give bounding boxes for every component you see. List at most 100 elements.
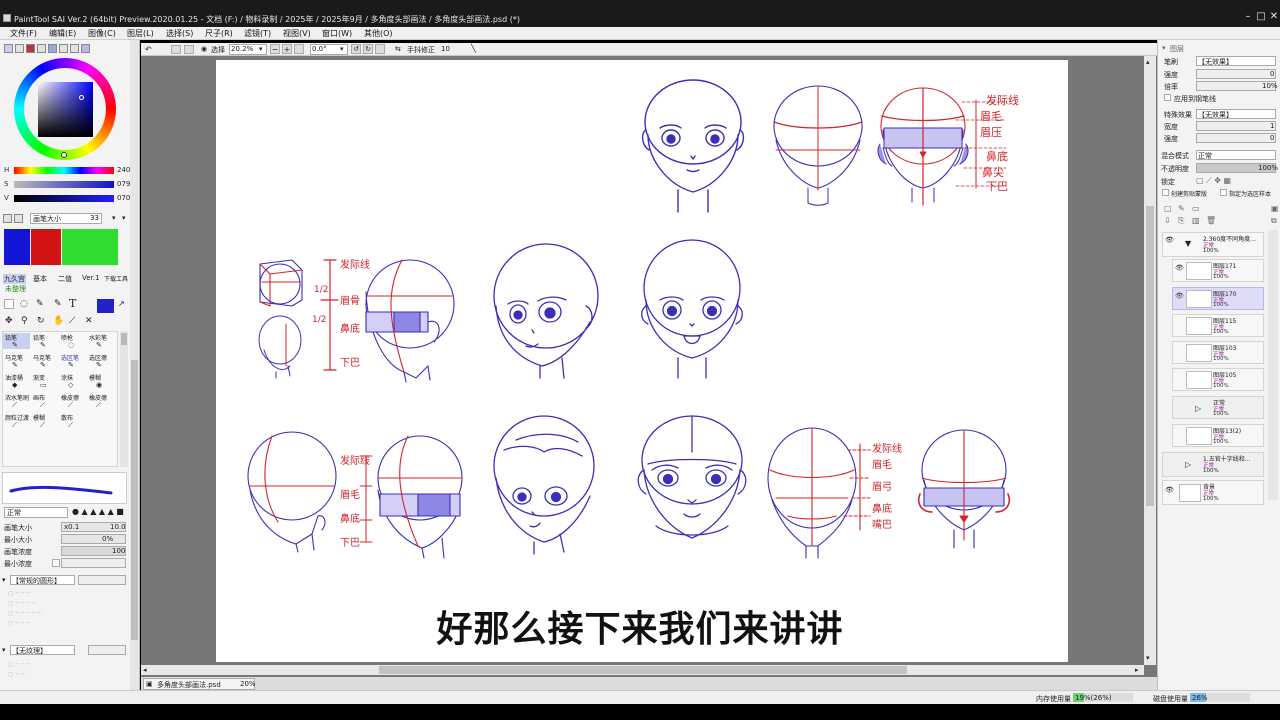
brush-shape-expander-icon[interactable]: ▾ [2,576,6,584]
chevron-down-icon[interactable]: ▾ [112,214,116,222]
tool-select-pen[interactable]: 选区笔 ✎ [59,353,86,369]
trash-icon[interactable]: 🗑 [1206,216,1216,225]
palette-swatch-blue[interactable] [4,229,30,265]
folder-collapsed-icon[interactable]: ▷ [1195,404,1201,413]
eye-icon[interactable]: 👁 [1175,264,1184,272]
tool-tab-main[interactable]: 九久宫 [3,274,26,284]
color-option-button[interactable] [81,44,90,53]
tool-pencil-1[interactable]: 铅笔 ✎ [3,333,30,349]
tool-grid-scrollbar[interactable] [120,331,128,467]
tool-ink-brush[interactable]: 浓水笔刷 ⟋ [3,393,30,409]
selection-source-checkbox[interactable] [1220,189,1227,196]
palette-mode-button[interactable] [37,44,46,53]
brush-preset-button[interactable] [3,214,12,223]
palette-swatch-red[interactable] [31,229,61,265]
hsv-mode-button[interactable] [26,44,35,53]
layer-folder-row[interactable]: ▷ 1.五官十字线和... 正常 100% [1162,452,1264,477]
menu-filter[interactable]: 滤镜(T) [244,28,271,39]
eye-icon[interactable]: 👁 [1175,292,1184,300]
select-pen-icon[interactable]: ✎ [54,299,62,309]
tool-tab-ver1[interactable]: Ver.1 [82,274,99,282]
document-tab[interactable]: ▣ 多角度头部画法.psd 20% [143,678,256,690]
undo-icon[interactable]: ↶ [145,45,152,54]
clip-mask-checkbox[interactable] [1162,189,1169,196]
layer-strength-value[interactable]: 0 [1270,70,1274,78]
toolbar-button[interactable] [184,45,194,54]
brush-preset-button[interactable] [14,214,23,223]
canvas-vertical-scrollbar[interactable]: ▴ ▾ [1144,56,1156,665]
saturation-bar[interactable] [14,181,114,188]
effect-strength-slider[interactable] [1196,133,1276,143]
canvas-horizontal-scrollbar[interactable]: ◂ ▸ [141,665,1144,675]
hue-value[interactable]: 240 [117,166,130,174]
zoom-icon[interactable]: ⚲ [21,316,28,326]
rotate-icon[interactable]: ↻ [37,316,45,326]
eyedropper-icon[interactable]: ⟋ [69,316,75,326]
effect-strength-value[interactable]: 0 [1270,134,1274,142]
layer-list-scrollbar[interactable] [1268,230,1278,500]
tool-blur-2[interactable]: 模糊 ⟋ [31,413,58,429]
vertical-scroll-thumb[interactable] [1146,206,1154,506]
scroll-left-icon[interactable]: ◂ [143,666,147,674]
line-tool-icon[interactable]: ╲ [471,44,476,53]
zoom-value[interactable]: 20.2% [231,45,253,53]
effect-width-slider[interactable] [1196,121,1276,131]
close-tool-icon[interactable]: ✕ [85,316,93,326]
value-bar[interactable] [14,195,114,202]
zoom-in-button[interactable]: + [282,44,292,54]
scroll-up-icon[interactable]: ▴ [1146,58,1150,66]
tool-grain-blend[interactable]: 颜粒过渡 ⟋ [3,413,30,429]
zoom-reset-button[interactable] [294,44,304,54]
tool-blur[interactable]: 模糊 ◉ [87,373,114,389]
eye-icon[interactable]: 👁 [1165,236,1174,244]
copy-layer-icon[interactable]: ⎘ [1178,216,1184,226]
left-panel-scroll-thumb[interactable] [131,360,138,640]
move-icon[interactable]: ✥ [5,316,13,326]
brush-shape-dots-icon[interactable]: ● ▲ ▲ ▲ ▲ ■ [72,507,124,516]
layer-row-selected[interactable]: 👁 图层170 正常 100% [1172,287,1264,310]
magic-wand-icon[interactable]: ✎ [36,299,44,309]
new-folder-icon[interactable]: ▭ [1192,204,1200,213]
tool-tab-basic[interactable]: 基本 [33,274,47,284]
clear-layer-icon[interactable]: ▥ [1192,216,1200,225]
lasso-icon[interactable]: ◌ [20,299,28,309]
folder-expand-icon[interactable]: ▼ [1185,239,1191,248]
layer-row[interactable]: 👁 图层171 正常 100% [1172,259,1264,282]
effect-width-value[interactable]: 1 [1270,122,1274,130]
layer-menu-icon[interactable]: ▣ [1271,204,1279,213]
layer-strength-slider[interactable] [1196,69,1276,79]
layer-folder-row[interactable]: 👁 ▼ 2.360度不同角度... 正常 100% [1162,232,1264,257]
value-value[interactable]: 070 [117,194,130,202]
tool-tab-binary[interactable]: 二值 [58,274,72,284]
toolbar-button[interactable] [171,45,181,54]
tool-eraser-2[interactable]: 橡皮擦 ⟋ [87,393,114,409]
mixer-mode-button[interactable] [48,44,57,53]
tool-gradient[interactable]: 渐变 ▭ [31,373,58,389]
layer-options-icon[interactable]: ⧉ [1271,216,1277,226]
tool-watercolor[interactable]: 水彩笔 ✎ [87,333,114,349]
chevron-down-icon[interactable]: ▾ [122,214,126,222]
angle-value[interactable]: 0.0° [312,45,327,53]
param-min-density-slider[interactable] [61,558,126,568]
rgb-mode-button[interactable] [15,44,24,53]
scratchpad-button[interactable] [70,44,79,53]
saturation-value[interactable]: 079 [117,180,130,188]
tool-pencil-2[interactable]: 铅笔 ✎ [31,333,58,349]
tool-smudge[interactable]: 涂抹 ◇ [59,373,86,389]
brush-size-value[interactable]: 33 [90,214,99,222]
swap-color-icon[interactable]: ↗ [118,299,125,308]
new-linework-icon[interactable]: ✎ [1178,204,1185,213]
menu-ruler[interactable]: 尺子(R) [205,28,233,39]
text-tool-icon[interactable]: T [69,297,76,310]
menu-layer[interactable]: 图层(L) [127,28,154,39]
maximize-button[interactable]: □ [1255,12,1267,22]
layer-row[interactable]: 图层13(2) 正常 100% [1172,424,1264,447]
minimize-button[interactable]: – [1242,12,1254,22]
select-checkbox-icon[interactable]: ◉ [201,45,207,53]
opacity-value[interactable]: 100% [1258,164,1278,172]
rect-select-icon[interactable] [4,299,14,309]
menu-file[interactable]: 文件(F) [10,28,37,39]
eye-icon[interactable]: 👁 [1165,486,1174,494]
hand-icon[interactable]: ✋ [53,316,64,326]
menu-view[interactable]: 视图(V) [283,28,311,39]
